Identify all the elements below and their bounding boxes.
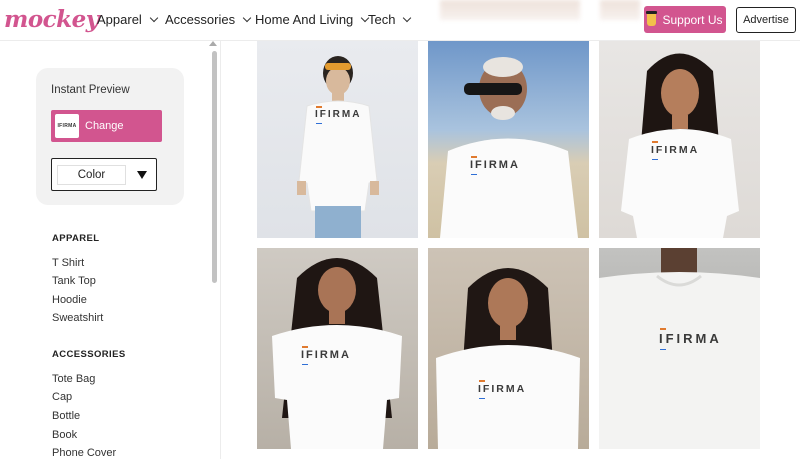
blue-accent-mark [652, 158, 658, 160]
category-item-hoodie[interactable]: Hoodie [52, 294, 87, 306]
orange-accent-mark [471, 156, 477, 158]
blue-accent-mark [316, 122, 322, 124]
category-item-tank-top[interactable]: Tank Top [52, 275, 96, 287]
advertise-button[interactable]: Advertise [736, 7, 796, 33]
model-figure [440, 57, 578, 238]
orange-accent-mark [652, 141, 658, 143]
nav-tech-label: Tech [368, 12, 396, 27]
nav-apparel[interactable]: Apparel [97, 12, 159, 27]
scrolled-image-strip [600, 0, 640, 20]
mockup-photo-3[interactable]: IFIRMA [599, 41, 760, 238]
dropdown-arrow-icon [137, 170, 147, 179]
tee-brand-text: IFIRMA [659, 331, 722, 346]
mockup-photo-5[interactable]: IFIRMA [428, 248, 589, 449]
top-bar: mockey Apparel Accessories Home And Livi… [0, 0, 800, 41]
category-item-t-shirt[interactable]: T Shirt [52, 257, 84, 269]
mockup-photo-4[interactable]: IFIRMA [257, 248, 418, 449]
sidebar-scrollbar-thumb[interactable] [212, 51, 217, 283]
nav-accessories[interactable]: Accessories [165, 12, 252, 27]
mockup-photo-6[interactable]: IFIRMA [599, 248, 760, 449]
coffee-cup-icon [646, 11, 658, 26]
chevron-down-icon [403, 13, 412, 22]
tee-brand-print: IFIRMA [301, 346, 351, 365]
nav-apparel-label: Apparel [97, 12, 142, 27]
category-item-bottle[interactable]: Bottle [52, 410, 80, 422]
instant-preview-panel: Instant Preview IFIRMA Change Color [36, 68, 184, 205]
category-item-phone-cover[interactable]: Phone Cover [52, 447, 116, 459]
category-heading-accessories: ACCESSORIES [52, 349, 126, 360]
tee-brand-print: IFIRMA [659, 328, 722, 350]
nav-home-and-living-label: Home And Living [255, 12, 354, 27]
blue-accent-mark [660, 348, 666, 350]
tee-brand-print: IFIRMA [651, 141, 700, 160]
chevron-down-icon [149, 13, 159, 22]
instant-preview-title: Instant Preview [51, 84, 130, 96]
change-label: Change [85, 120, 124, 132]
tee-brand-text: IFIRMA [651, 144, 700, 156]
chevron-down-icon [242, 13, 252, 22]
sidebar: Instant Preview IFIRMA Change Color APPA… [0, 41, 221, 459]
blue-accent-mark [479, 397, 485, 399]
support-us-button[interactable]: Support Us [644, 6, 726, 33]
model-figure [297, 56, 379, 238]
category-item-cap[interactable]: Cap [52, 391, 72, 403]
tee-brand-print: IFIRMA [470, 156, 520, 175]
support-us-label: Support Us [662, 12, 723, 27]
change-design-button[interactable]: IFIRMA Change [51, 110, 162, 142]
blue-accent-mark [471, 173, 477, 175]
tee-brand-text: IFIRMA [470, 159, 520, 171]
orange-accent-mark [302, 346, 308, 348]
category-item-book[interactable]: Book [52, 429, 77, 441]
mockup-photo-2[interactable]: IFIRMA [428, 41, 589, 238]
mockey-logo[interactable]: mockey [4, 6, 99, 33]
mockup-photo-1[interactable]: IFIRMA [257, 41, 418, 238]
orange-accent-mark [660, 328, 666, 330]
scroll-up-arrow-icon[interactable] [209, 41, 217, 46]
category-item-sweatshirt[interactable]: Sweatshirt [52, 312, 103, 324]
color-select[interactable]: Color [51, 158, 157, 191]
tee-brand-print: IFIRMA [315, 106, 362, 124]
tee-brand-text: IFIRMA [301, 349, 351, 361]
model-figure [599, 248, 760, 449]
tee-brand-print: IFIRMA [478, 380, 527, 399]
color-select-value: Color [57, 164, 126, 185]
model-figure [436, 268, 580, 449]
category-heading-apparel: APPAREL [52, 233, 100, 244]
blue-accent-mark [302, 363, 308, 365]
design-thumbnail: IFIRMA [55, 114, 79, 138]
nav-accessories-label: Accessories [165, 12, 236, 27]
orange-accent-mark [479, 380, 485, 382]
scrolled-image-strip [440, 0, 580, 20]
orange-accent-mark [316, 106, 322, 108]
nav-tech[interactable]: Tech [368, 12, 412, 27]
model-figure [621, 53, 739, 238]
tee-brand-text: IFIRMA [315, 109, 362, 120]
category-item-tote-bag[interactable]: Tote Bag [52, 373, 95, 385]
nav-home-and-living[interactable]: Home And Living [255, 12, 370, 27]
tee-brand-text: IFIRMA [478, 383, 527, 395]
